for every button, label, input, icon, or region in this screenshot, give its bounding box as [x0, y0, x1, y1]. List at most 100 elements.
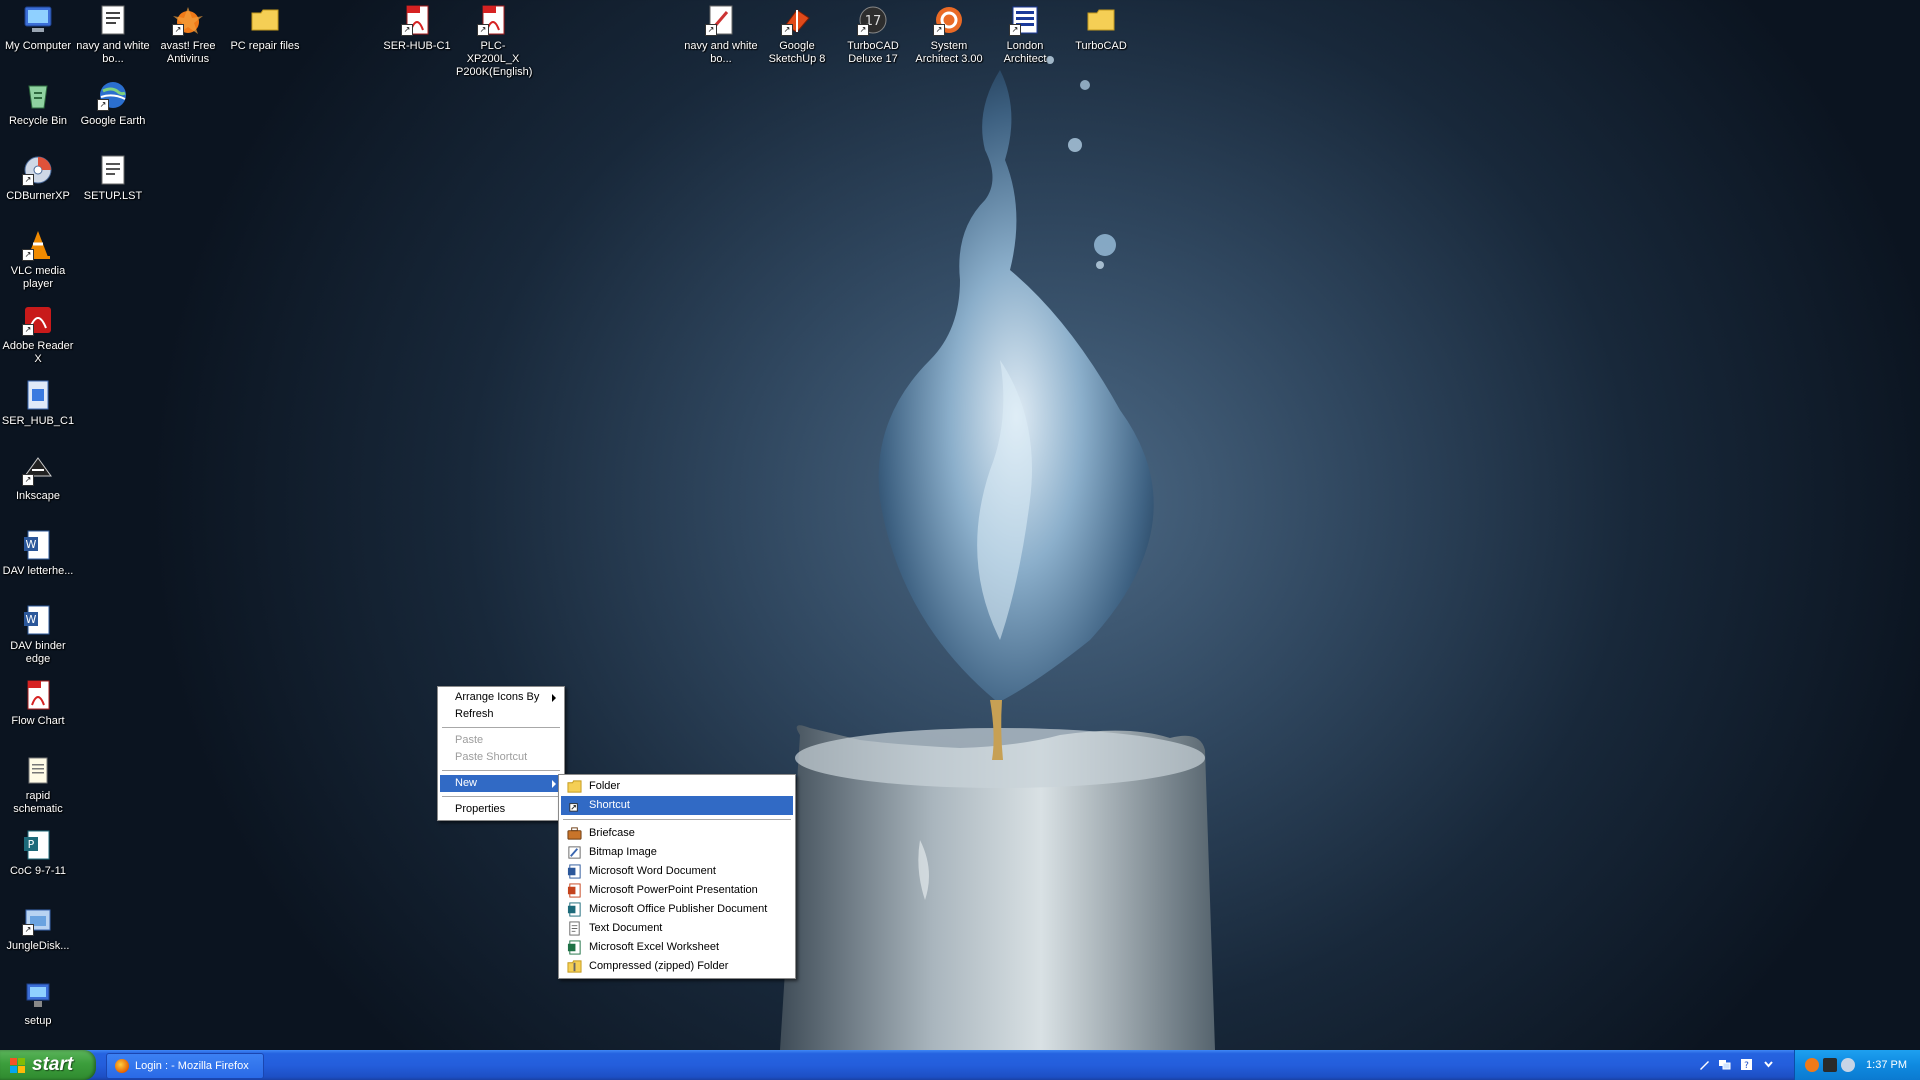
desktop-icon-rapid-schematic[interactable]: rapid schematic: [0, 752, 76, 816]
desktop-icon-setup[interactable]: setup: [0, 977, 76, 1028]
system-tray: 1:37 PM: [1794, 1050, 1920, 1080]
desktop-icon-recycle-bin[interactable]: Recycle Bin: [0, 77, 76, 128]
network-icon[interactable]: [1718, 1058, 1731, 1071]
volume-tray-icon[interactable]: [1841, 1058, 1855, 1072]
submenu-item-excel-worksheet[interactable]: Microsoft Excel Worksheet: [561, 938, 793, 957]
submenu-item-publisher[interactable]: Microsoft Office Publisher Document: [561, 900, 793, 919]
icon-label: VLC media player: [10, 265, 66, 290]
taskbar-button-label: Login : - Mozilla Firefox: [135, 1060, 249, 1072]
desktop-icon-ser-hub-c1-pdf[interactable]: ↗ SER-HUB-C1: [379, 2, 455, 53]
submenu-arrow-icon: [552, 780, 556, 788]
desktop-icon-google-earth[interactable]: ↗ Google Earth: [75, 77, 151, 128]
icon-label: JungleDisk...: [6, 940, 70, 952]
menu-item-refresh[interactable]: Refresh: [440, 706, 562, 723]
desktop-icon-navy-white-1[interactable]: navy and white bo...: [75, 2, 151, 66]
firefox-icon: [115, 1059, 129, 1073]
menu-item-properties[interactable]: Properties: [440, 801, 562, 818]
submenu-item-folder[interactable]: Folder: [561, 777, 793, 796]
desktop-icon-avast[interactable]: ↗ avast! Free Antivirus: [150, 2, 226, 66]
desktop-icon-system-architect[interactable]: ↗ System Architect 3.00: [911, 2, 987, 66]
svg-text:?: ?: [1744, 1061, 1749, 1071]
icon-label: SER_HUB_C1: [1, 415, 75, 427]
word-icon: [567, 864, 581, 879]
publisher-icon: P: [22, 829, 54, 861]
desktop-icon-google-sketchup[interactable]: ↗ Google SketchUp 8: [759, 2, 835, 66]
text-document-icon: [569, 921, 580, 936]
submenu-item-text-document[interactable]: Text Document: [561, 919, 793, 938]
desktop-icon-cdburnerxp[interactable]: ↗ CDBurnerXP: [0, 152, 76, 203]
menu-item-label: Compressed (zipped) Folder: [589, 960, 729, 972]
desktop-icon-navy-white-2[interactable]: ↗ navy and white bo...: [683, 2, 759, 66]
menu-item-label: Bitmap Image: [589, 846, 657, 858]
sketchup-icon: ↗: [781, 4, 813, 36]
desktop-icon-dav-binder-edge[interactable]: W DAV binder edge: [0, 602, 76, 666]
folder-icon: [1085, 4, 1117, 36]
avast-icon: ↗: [172, 4, 204, 36]
menu-item-label: Shortcut: [589, 799, 630, 811]
setup-file-icon: [22, 379, 54, 411]
icon-label: TurboCAD Deluxe 17: [847, 40, 899, 65]
desktop-icon-adobe-reader[interactable]: ↗ Adobe Reader X: [0, 302, 76, 366]
desktop-icon-inkscape[interactable]: ↗ Inkscape: [0, 452, 76, 503]
menu-item-paste: Paste: [440, 732, 562, 749]
pen-icon[interactable]: [1698, 1058, 1711, 1071]
submenu-item-powerpoint[interactable]: Microsoft PowerPoint Presentation: [561, 881, 793, 900]
desktop-icon-plc-xp200l[interactable]: ↗ PLC-XP200L_X P200K(English): [455, 2, 532, 79]
desktop-icon-dav-letterhead[interactable]: W DAV letterhe...: [0, 527, 76, 578]
desktop-icon-coc[interactable]: P CoC 9-7-11: [0, 827, 76, 878]
menu-separator: [563, 819, 791, 820]
app-tray-icon[interactable]: [1823, 1058, 1837, 1072]
icon-label: London Architect: [1003, 40, 1047, 65]
menu-item-label: New: [455, 777, 478, 789]
taskbar-button-firefox[interactable]: Login : - Mozilla Firefox: [106, 1053, 264, 1079]
submenu-arrow-icon: [552, 694, 556, 702]
collapse-chevron-icon[interactable]: [1762, 1058, 1775, 1071]
menu-item-label: Properties: [455, 803, 506, 815]
pdf-icon: ↗: [477, 4, 509, 36]
london-architect-icon: ↗: [1009, 4, 1041, 36]
menu-item-arrange-icons-by[interactable]: Arrange Icons By: [440, 689, 562, 706]
submenu-item-zipped-folder[interactable]: Compressed (zipped) Folder: [561, 957, 793, 976]
paint-icon: [568, 846, 581, 859]
submenu-item-shortcut[interactable]: Shortcut: [561, 796, 793, 815]
submenu-item-briefcase[interactable]: Briefcase: [561, 824, 793, 843]
excel-icon: [567, 940, 581, 955]
desktop-icon-jungledisk[interactable]: ↗ JungleDisk...: [0, 902, 76, 953]
icon-label: Google SketchUp 8: [768, 40, 826, 65]
avast-tray-icon[interactable]: [1805, 1058, 1819, 1072]
desktop-icon-turbocad-folder[interactable]: TurboCAD: [1063, 2, 1139, 53]
desktop-icon-flow-chart[interactable]: Flow Chart: [0, 677, 76, 728]
desktop-icon-pc-repair-files[interactable]: PC repair files: [227, 2, 303, 53]
icon-label: Google Earth: [80, 115, 146, 127]
icon-label: Inkscape: [15, 490, 61, 502]
desktop-icon-vlc[interactable]: ↗ VLC media player: [0, 227, 76, 291]
icon-label: rapid schematic: [13, 790, 63, 815]
setup-icon: [22, 979, 54, 1011]
document-icon: [97, 4, 129, 36]
menu-item-label: Microsoft Word Document: [589, 865, 716, 877]
icon-label: CoC 9-7-11: [9, 865, 67, 877]
clock[interactable]: 1:37 PM: [1866, 1050, 1907, 1080]
help-icon[interactable]: ?: [1740, 1058, 1753, 1071]
text-file-icon: [97, 154, 129, 186]
submenu-item-word-document[interactable]: Microsoft Word Document: [561, 862, 793, 881]
new-submenu: Folder Shortcut Briefcase Bitmap Image M…: [558, 774, 796, 979]
submenu-item-bitmap-image[interactable]: Bitmap Image: [561, 843, 793, 862]
zip-folder-icon: [567, 960, 582, 973]
word-document-icon: W: [22, 604, 54, 636]
desktop-context-menu: Arrange Icons By Refresh Paste Paste Sho…: [437, 686, 565, 821]
desktop-icon-setup-lst[interactable]: SETUP.LST: [75, 152, 151, 203]
menu-item-new[interactable]: New: [440, 775, 562, 792]
desktop-icon-my-computer[interactable]: My Computer: [0, 2, 76, 53]
svg-text:W: W: [26, 538, 37, 551]
desktop-icon-london-architect[interactable]: ↗ London Architect: [987, 2, 1063, 66]
desktop-icon-ser-hub-c1[interactable]: SER_HUB_C1: [0, 377, 76, 428]
start-button[interactable]: start: [0, 1050, 96, 1080]
icon-label: TurboCAD: [1075, 40, 1127, 52]
folder-icon: [249, 4, 281, 36]
powerpoint-icon: [567, 883, 581, 898]
installer-icon: ↗: [22, 904, 54, 936]
icon-label: navy and white bo...: [76, 40, 150, 65]
desktop-icon-turbocad-deluxe[interactable]: 17 ↗ TurboCAD Deluxe 17: [835, 2, 911, 66]
icon-label: avast! Free Antivirus: [160, 40, 216, 65]
